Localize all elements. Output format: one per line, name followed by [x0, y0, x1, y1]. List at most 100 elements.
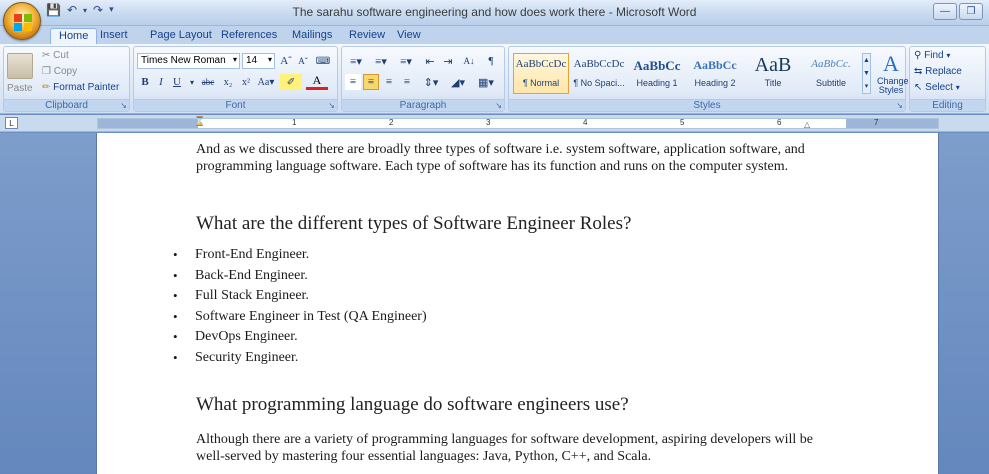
- tab-mailings[interactable]: Mailings: [284, 28, 340, 45]
- replace-button[interactable]: ⇆ Replace: [914, 66, 962, 77]
- italic-icon[interactable]: I: [154, 74, 168, 90]
- underline-icon[interactable]: U: [170, 74, 184, 90]
- font-name-value: Times New Roman: [141, 55, 226, 66]
- subscript-icon[interactable]: x₂: [220, 74, 236, 90]
- shading-icon[interactable]: ◢▾: [446, 74, 470, 90]
- restore-button[interactable]: ❐: [959, 3, 983, 20]
- shrink-font-icon[interactable]: Aˇ: [295, 53, 311, 69]
- tab-selector[interactable]: L: [5, 117, 18, 129]
- styles-group-label: Styles: [509, 99, 905, 111]
- show-formatting-icon[interactable]: ¶: [482, 53, 500, 69]
- font-group-label: Font: [134, 99, 337, 111]
- ruler-left-margin: [98, 119, 198, 128]
- style-title[interactable]: AaB Title: [745, 53, 801, 94]
- tab-references[interactable]: References: [213, 28, 285, 45]
- clipboard-group: Paste ✂ Cut ❐ Copy ✏ Format Painter Clip…: [3, 46, 130, 112]
- ruler-number: 6: [777, 118, 782, 127]
- align-left-icon[interactable]: ≡: [345, 74, 361, 90]
- styles-scroll[interactable]: ▲ ▼ ▾: [862, 53, 871, 94]
- chevron-down-icon[interactable]: ▾: [186, 74, 198, 90]
- styles-launcher-icon[interactable]: ↘: [896, 101, 903, 110]
- indent-marker-icon[interactable]: ⌛: [194, 116, 205, 127]
- paste-icon[interactable]: [7, 53, 33, 79]
- bold-icon[interactable]: B: [138, 74, 152, 90]
- bullets-icon[interactable]: ≡▾: [345, 53, 367, 69]
- font-size-select[interactable]: 14 ▾: [242, 53, 275, 69]
- numbering-icon[interactable]: ≡▾: [370, 53, 392, 69]
- copy-icon: ❐: [42, 66, 51, 77]
- font-launcher-icon[interactable]: ↘: [328, 101, 335, 110]
- scissors-icon: ✂: [42, 50, 51, 61]
- find-button[interactable]: ⚲ Find ▾: [914, 50, 950, 61]
- ruler-number: 3: [486, 118, 491, 127]
- change-styles-icon: A: [883, 51, 899, 76]
- strikethrough-icon[interactable]: abc: [198, 74, 218, 90]
- cut-button[interactable]: ✂ Cut: [42, 50, 69, 61]
- tab-review[interactable]: Review: [341, 28, 393, 45]
- format-painter-label: Format Painter: [53, 82, 120, 93]
- style-sample: AaBbCc: [693, 58, 737, 72]
- align-center-icon[interactable]: ≡: [363, 74, 379, 90]
- tab-page-layout[interactable]: Page Layout: [142, 28, 220, 45]
- paste-button[interactable]: Paste: [7, 83, 33, 94]
- minimize-button[interactable]: —: [933, 3, 957, 20]
- copy-button[interactable]: ❐ Copy: [42, 66, 77, 77]
- list-item: Front-End Engineer.: [173, 245, 845, 266]
- tab-home[interactable]: Home: [50, 28, 98, 45]
- languages-heading: What programming language do software en…: [196, 394, 629, 415]
- ribbon-tabs: Home Insert Page Layout References Maili…: [0, 26, 989, 45]
- highlight-icon[interactable]: ✐: [280, 74, 302, 90]
- ruler-number: 4: [583, 118, 588, 127]
- style-normal[interactable]: AaBbCcDc ¶ Normal: [513, 53, 569, 94]
- paragraph-group: ≡▾ ≡▾ ≡▾ ⇤ ⇥ A↓ ¶ ≡ ≡ ≡ ≡ ⇕▾ ◢▾ ▦▾ Parag…: [341, 46, 505, 112]
- sort-icon[interactable]: A↓: [460, 53, 478, 69]
- clear-formatting-icon[interactable]: ⌨: [314, 53, 332, 69]
- change-case-icon[interactable]: Aa▾: [256, 74, 276, 90]
- multilevel-list-icon[interactable]: ≡▾: [395, 53, 417, 69]
- change-styles-button[interactable]: A Change Styles: [877, 51, 909, 95]
- paragraph-launcher-icon[interactable]: ↘: [495, 101, 502, 110]
- list-item: Software Engineer in Test (QA Engineer): [173, 307, 845, 328]
- decrease-indent-icon[interactable]: ⇤: [422, 53, 438, 69]
- line-spacing-icon[interactable]: ⇕▾: [420, 74, 442, 90]
- font-group: Times New Roman ▾ 14 ▾ Aˆ Aˇ ⌨ B I U ▾ a…: [133, 46, 338, 112]
- style-no-spacing[interactable]: AaBbCcDc ¶ No Spaci...: [571, 53, 627, 94]
- increase-indent-icon[interactable]: ⇥: [440, 53, 456, 69]
- clipboard-launcher-icon[interactable]: ↘: [120, 101, 127, 110]
- styles-group: AaBbCcDc ¶ Normal AaBbCcDc ¶ No Spaci...…: [508, 46, 909, 112]
- paintbrush-icon: ✏: [42, 82, 51, 93]
- ruler-strip[interactable]: 1 2 3 4 5 6 7 ⌛ △: [97, 116, 939, 129]
- tab-insert[interactable]: Insert: [92, 28, 136, 45]
- font-color-icon[interactable]: A: [306, 73, 328, 90]
- style-heading-1[interactable]: AaBbCc Heading 1: [629, 53, 685, 94]
- justify-icon[interactable]: ≡: [399, 74, 415, 90]
- title-bar: 💾 ↶ ▾ ↷ ▾ The sarahu software engineerin…: [0, 0, 989, 26]
- style-subtitle[interactable]: AaBbCc. Subtitle: [803, 53, 859, 94]
- font-name-select[interactable]: Times New Roman ▾: [137, 53, 240, 69]
- grow-font-icon[interactable]: Aˆ: [278, 53, 294, 69]
- list-item: Back-End Engineer.: [173, 266, 845, 287]
- style-sample: AaBbCc.: [811, 58, 851, 70]
- select-button[interactable]: ↖ Select ▾: [914, 82, 960, 93]
- tab-view[interactable]: View: [389, 28, 429, 45]
- cursor-icon: ↖: [914, 82, 923, 93]
- horizontal-ruler: L 1 2 3 4 5 6 7 ⌛ △: [0, 115, 989, 132]
- borders-icon[interactable]: ▦▾: [474, 74, 498, 90]
- closing-paragraph: Although there are a variety of programm…: [196, 432, 813, 464]
- style-sample: AaBbCcDc: [515, 58, 567, 70]
- office-button[interactable]: [3, 2, 41, 40]
- roles-heading: What are the different types of Software…: [196, 213, 632, 234]
- intro-paragraph: And as we discussed there are broadly th…: [196, 142, 805, 174]
- chevron-down-icon: ▾: [946, 51, 951, 60]
- ruler-number: 5: [680, 118, 685, 127]
- format-painter-button[interactable]: ✏ Format Painter: [42, 82, 119, 93]
- superscript-icon[interactable]: x²: [238, 74, 254, 90]
- style-name: Subtitle: [815, 78, 847, 88]
- window-controls: — ❐: [933, 3, 983, 20]
- ruler-right-margin: [846, 119, 938, 128]
- select-label: Select: [925, 82, 953, 93]
- style-heading-2[interactable]: AaBbCc Heading 2: [687, 53, 743, 94]
- list-item: Security Engineer.: [173, 348, 845, 369]
- right-indent-marker-icon[interactable]: △: [804, 120, 810, 129]
- align-right-icon[interactable]: ≡: [381, 74, 397, 90]
